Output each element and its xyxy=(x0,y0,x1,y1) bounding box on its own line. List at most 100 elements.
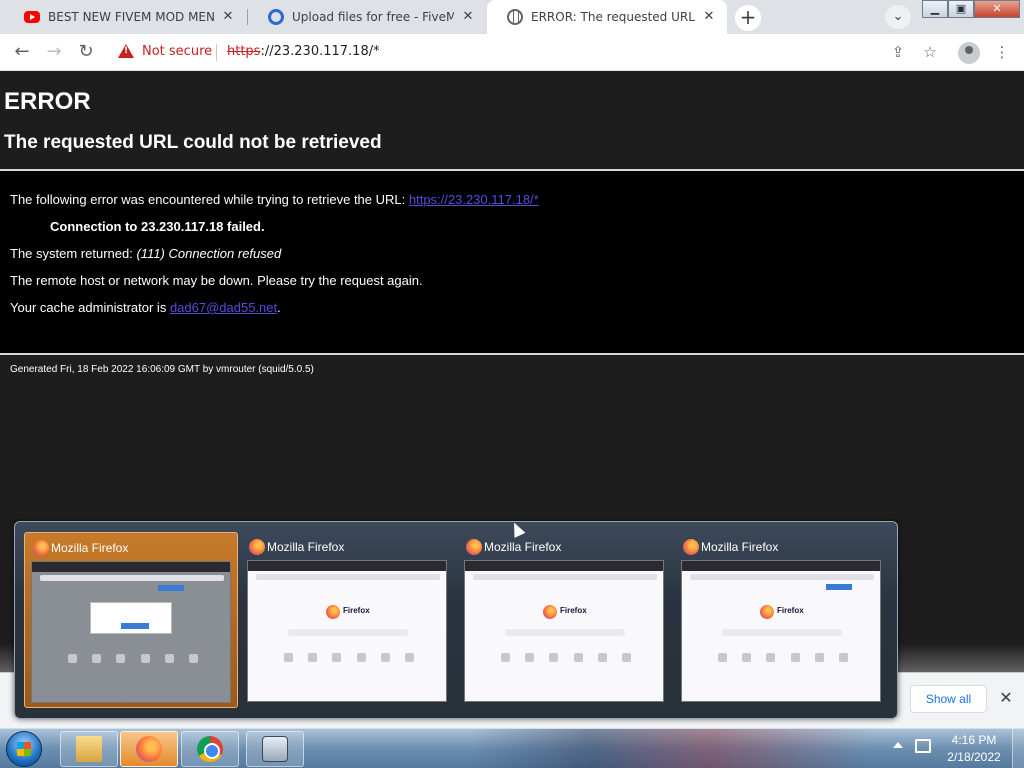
thumbnail-toolbar xyxy=(465,561,663,571)
tab-title: ERROR: The requested URL could xyxy=(531,10,695,24)
start-button[interactable] xyxy=(6,731,42,767)
thumbnail-firefox-3[interactable]: Mozilla Firefox Firefox xyxy=(458,532,672,708)
firefox-icon xyxy=(33,540,49,556)
error-line-system: The system returned: (111) Connection re… xyxy=(10,246,281,261)
bookmark-star-icon[interactable]: ☆ xyxy=(920,42,940,62)
thumbnail-dialog xyxy=(90,602,172,634)
folder-icon xyxy=(76,736,102,762)
clock-time[interactable]: 4:16 PM xyxy=(938,733,1010,747)
thumbnail-title: Mozilla Firefox xyxy=(701,540,779,554)
profile-avatar[interactable] xyxy=(958,42,980,64)
error-line-connection: Connection to 23.230.117.18 failed. xyxy=(50,219,265,234)
thumbnail-title: Mozilla Firefox xyxy=(267,540,345,554)
taskbar-monitor[interactable] xyxy=(246,731,304,767)
error-line-admin: Your cache administrator is dad67@dad55.… xyxy=(10,300,281,315)
page-subtitle: The requested URL could not be retrieved xyxy=(4,132,382,153)
thumbnail-search xyxy=(288,629,408,636)
tile xyxy=(790,653,800,662)
globe-icon xyxy=(507,9,523,25)
reload-button[interactable]: ↻ xyxy=(74,40,98,64)
window-controls: ▁ ▣ ✕ xyxy=(922,0,1020,20)
tile xyxy=(573,653,583,662)
admin-email-link[interactable]: dad67@dad55.net xyxy=(170,300,277,315)
tile xyxy=(621,653,631,662)
tile xyxy=(68,654,77,663)
admin-label: Your cache administrator is xyxy=(10,300,170,315)
tile xyxy=(742,653,752,662)
show-hidden-icons-icon[interactable] xyxy=(893,742,903,748)
thumbnail-dialog-button xyxy=(121,623,149,629)
thumbnail-toolbar xyxy=(248,561,446,571)
close-icon[interactable]: ✕ xyxy=(460,9,476,25)
thumbnail-tiles xyxy=(284,653,414,662)
firefox-logo-icon xyxy=(760,605,774,619)
address-bar[interactable]: https://23.230.117.18/* xyxy=(227,44,380,59)
show-desktop-button[interactable] xyxy=(1012,729,1024,768)
firefox-icon xyxy=(136,736,162,762)
thumbnail-toolbar xyxy=(682,561,880,571)
firefox-logo-icon xyxy=(543,605,557,619)
tab-upload[interactable]: Upload files for free - FiveM Hac ✕ xyxy=(248,0,486,34)
youtube-icon xyxy=(24,11,40,23)
system-returned-label: The system returned: xyxy=(10,246,137,261)
new-tab-button[interactable]: + xyxy=(735,5,761,31)
thumbnail-address xyxy=(690,574,874,580)
tile xyxy=(284,653,293,662)
tab-title: BEST NEW FIVEM MOD MENU | F xyxy=(48,10,214,24)
tab-title: Upload files for free - FiveM Hac xyxy=(292,10,454,24)
tab-youtube[interactable]: BEST NEW FIVEM MOD MENU | F ✕ xyxy=(4,0,246,34)
thumbnail-tiles xyxy=(718,653,848,662)
url-rest: ://23.230.117.18/* xyxy=(260,44,380,59)
tile xyxy=(404,653,414,662)
tile xyxy=(116,654,126,663)
tile xyxy=(140,654,150,663)
tile xyxy=(92,654,102,663)
thumbnail-firefox-1[interactable]: Mozilla Firefox xyxy=(24,532,238,708)
requested-url-link[interactable]: https://23.230.117.18/* xyxy=(409,192,539,207)
tab-strip: BEST NEW FIVEM MOD MENU | F ✕ Upload fil… xyxy=(0,0,1024,34)
omnibox-divider xyxy=(216,44,217,61)
tab-search-button[interactable]: ⌄ xyxy=(885,5,911,29)
taskbar-chrome[interactable] xyxy=(181,731,239,767)
firefox-logo-icon xyxy=(326,605,340,619)
thumbnail-image xyxy=(31,561,231,703)
forward-button[interactable]: → xyxy=(42,40,66,64)
taskbar-firefox[interactable] xyxy=(120,731,178,767)
monitor-icon xyxy=(262,736,288,762)
close-icon[interactable]: ✕ xyxy=(701,9,717,25)
menu-icon[interactable]: ⋮ xyxy=(992,42,1012,62)
firefox-logo-text: Firefox xyxy=(777,606,804,615)
tile xyxy=(525,653,535,662)
warning-icon[interactable] xyxy=(118,44,134,58)
share-icon[interactable]: ⇪ xyxy=(888,42,908,62)
tile xyxy=(356,653,366,662)
firefox-icon xyxy=(249,539,265,555)
security-indicator[interactable]: Not secure xyxy=(142,44,212,59)
tile xyxy=(718,653,727,662)
show-all-button[interactable]: Show all xyxy=(910,685,987,713)
window-close-button[interactable]: ✕ xyxy=(974,0,1020,18)
thumbnail-image: Firefox xyxy=(464,560,664,702)
thumbnail-firefox-4[interactable]: Mozilla Firefox Firefox xyxy=(675,532,889,708)
back-button[interactable]: ← xyxy=(10,40,34,64)
thumbnail-blue-button xyxy=(826,584,852,590)
thumbnail-firefox-2[interactable]: Mozilla Firefox Firefox xyxy=(241,532,455,708)
taskbar-explorer[interactable] xyxy=(60,731,118,767)
thumbnail-search xyxy=(505,629,625,636)
network-icon[interactable] xyxy=(915,739,931,753)
close-icon[interactable]: ✕ xyxy=(220,9,236,25)
maximize-button[interactable]: ▣ xyxy=(948,0,974,18)
wallpaper-strip xyxy=(470,729,870,768)
tile xyxy=(308,653,318,662)
admin-suffix: . xyxy=(277,300,281,315)
minimize-button[interactable]: ▁ xyxy=(922,0,948,18)
chrome-icon xyxy=(197,736,223,762)
download-bar-close-icon[interactable]: ✕ xyxy=(996,688,1016,708)
firefox-icon xyxy=(683,539,699,555)
tab-error[interactable]: ERROR: The requested URL could ✕ xyxy=(487,0,727,34)
divider xyxy=(0,353,1024,355)
system-returned-value: (111) Connection refused xyxy=(136,246,282,261)
url-scheme: https xyxy=(227,44,261,59)
clock-date[interactable]: 2/18/2022 xyxy=(938,750,1010,764)
tile xyxy=(164,654,174,663)
